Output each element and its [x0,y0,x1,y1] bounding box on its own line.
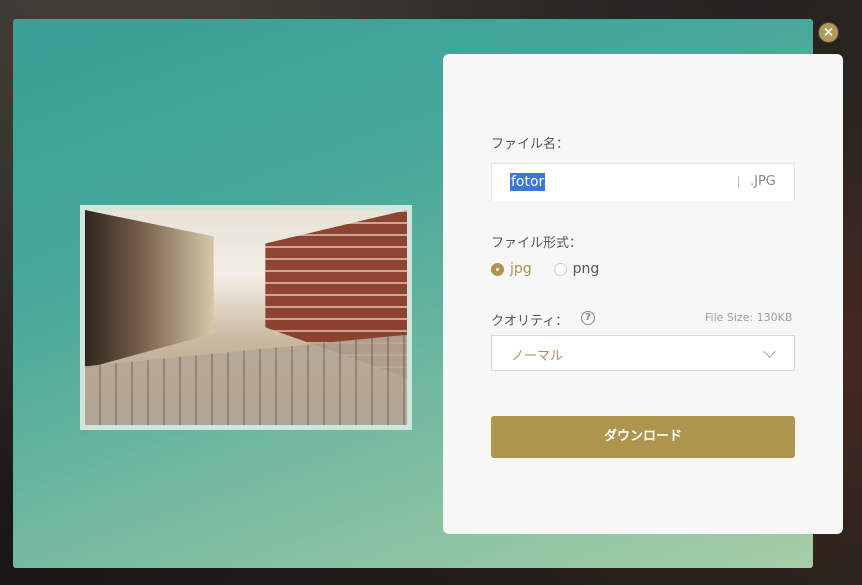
filename-field[interactable]: fotor .JPG [491,163,795,201]
quality-label: クオリティ： [491,314,569,329]
quality-selected-value: ノーマル [511,349,564,364]
download-button[interactable]: ダウンロード [491,416,795,458]
format-radio-png[interactable] [553,262,567,276]
format-label: ファイル形式： [491,236,583,251]
extension-divider [738,177,739,188]
quality-select[interactable]: ノーマル [491,335,795,371]
format-radio-jpg[interactable] [491,262,504,276]
format-radio-group: jpg png [491,261,621,277]
image-preview-frame [80,205,412,430]
filename-label: ファイル名： [491,137,570,152]
file-extension: .JPG [750,174,776,189]
settings-panel: ファイル名： fotor .JPG ファイル形式： jpg png クオリティ：… [443,54,843,534]
close-icon[interactable]: × [819,23,838,42]
format-option-png-label[interactable]: png [573,261,600,277]
format-option-jpg-label[interactable]: jpg [510,261,532,277]
help-icon[interactable]: ? [581,311,595,325]
image-preview [85,210,407,425]
filename-input[interactable]: fotor [510,173,546,191]
file-size-text: File Size: 130KB [705,311,793,324]
chevron-down-icon [763,345,776,358]
